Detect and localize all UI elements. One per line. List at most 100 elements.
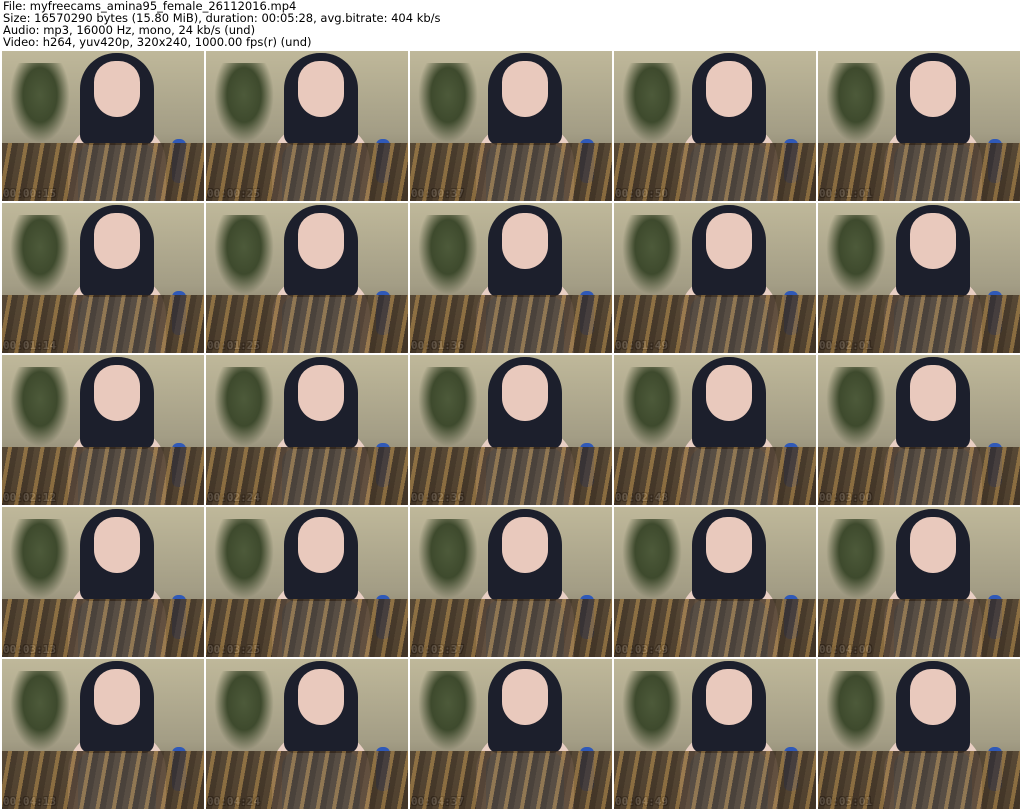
video-thumbnail: 00:03:13 [2, 507, 204, 657]
chair-shape [376, 747, 390, 791]
chair-shape [580, 139, 594, 183]
top-shape [690, 295, 768, 353]
top-shape [486, 447, 564, 505]
video-thumbnail: 00:00:15 [2, 51, 204, 201]
person-figure [674, 507, 784, 657]
video-thumbnail: 00:01:49 [614, 203, 816, 353]
person-figure [470, 355, 580, 505]
video-thumbnail: 00:04:49 [614, 659, 816, 809]
chair-shape [376, 595, 390, 639]
video-thumbnail: 00:02:01 [818, 203, 1020, 353]
chair-shape [172, 443, 186, 487]
chair-shape [172, 595, 186, 639]
top-shape [282, 751, 360, 809]
chair-shape [580, 747, 594, 791]
top-shape [486, 295, 564, 353]
thumbnail-timestamp: 00:00:25 [207, 187, 260, 200]
face-shape [94, 213, 140, 269]
thumbnail-grid: 00:00:15 00:00:25 00:00:37 00:00:50 00:01:01… [2, 51, 1022, 809]
top-shape [282, 295, 360, 353]
chair-shape [172, 291, 186, 335]
face-shape [298, 365, 344, 421]
person-figure [878, 659, 988, 809]
person-figure [266, 203, 376, 353]
person-figure [470, 659, 580, 809]
face-shape [706, 365, 752, 421]
thumbnail-timestamp: 00:03:25 [207, 643, 260, 656]
chair-shape [784, 747, 798, 791]
file-info-header: File: myfreecams_amina95_female_26112016… [3, 0, 1021, 50]
thumbnail-timestamp: 00:01:49 [615, 339, 668, 352]
chair-shape [172, 747, 186, 791]
chair-shape [784, 291, 798, 335]
person-figure [62, 507, 172, 657]
face-shape [706, 61, 752, 117]
face-shape [502, 61, 548, 117]
video-thumbnail: 00:01:36 [410, 203, 612, 353]
video-thumbnail: 00:03:49 [614, 507, 816, 657]
thumbnail-timestamp: 00:02:12 [3, 491, 56, 504]
top-shape [894, 447, 972, 505]
person-figure [470, 507, 580, 657]
person-figure [674, 355, 784, 505]
person-figure [878, 51, 988, 201]
top-shape [78, 447, 156, 505]
thumbnail-timestamp: 00:03:49 [615, 643, 668, 656]
video-thumbnail: 00:04:37 [410, 659, 612, 809]
thumbnail-timestamp: 00:02:36 [411, 491, 464, 504]
video-thumbnail: 00:02:48 [614, 355, 816, 505]
face-shape [94, 669, 140, 725]
top-shape [690, 751, 768, 809]
thumbnail-timestamp: 00:00:37 [411, 187, 464, 200]
thumbnail-timestamp: 00:04:37 [411, 795, 464, 808]
person-figure [878, 203, 988, 353]
thumbnail-timestamp: 00:02:24 [207, 491, 260, 504]
thumbnail-timestamp: 00:01:25 [207, 339, 260, 352]
video-thumbnail: 00:00:50 [614, 51, 816, 201]
person-figure [62, 51, 172, 201]
face-shape [94, 61, 140, 117]
face-shape [910, 669, 956, 725]
person-figure [62, 355, 172, 505]
video-thumbnail: 00:01:25 [206, 203, 408, 353]
thumbnail-timestamp: 00:00:15 [3, 187, 56, 200]
top-shape [894, 295, 972, 353]
thumbnail-timestamp: 00:03:13 [3, 643, 56, 656]
face-shape [502, 365, 548, 421]
top-shape [690, 447, 768, 505]
video-thumbnail: 00:02:36 [410, 355, 612, 505]
chair-shape [376, 443, 390, 487]
person-figure [674, 51, 784, 201]
person-figure [470, 203, 580, 353]
face-shape [298, 61, 344, 117]
thumbnail-timestamp: 00:02:48 [615, 491, 668, 504]
video-line: Video: h264, yuv420p, 320x240, 1000.00 f… [3, 35, 312, 49]
video-thumbnail: 00:04:00 [818, 507, 1020, 657]
chair-shape [376, 291, 390, 335]
thumbnail-timestamp: 00:01:14 [3, 339, 56, 352]
person-figure [674, 659, 784, 809]
top-shape [486, 599, 564, 657]
thumbnail-timestamp: 00:04:00 [819, 643, 872, 656]
thumbnail-timestamp: 00:03:00 [819, 491, 872, 504]
top-shape [894, 599, 972, 657]
chair-shape [376, 139, 390, 183]
chair-shape [988, 443, 1002, 487]
face-shape [298, 517, 344, 573]
chair-shape [784, 139, 798, 183]
face-shape [298, 669, 344, 725]
chair-shape [988, 139, 1002, 183]
top-shape [894, 143, 972, 201]
chair-shape [988, 595, 1002, 639]
person-figure [266, 355, 376, 505]
person-figure [470, 51, 580, 201]
person-figure [62, 659, 172, 809]
top-shape [894, 751, 972, 809]
person-figure [266, 659, 376, 809]
person-figure [878, 355, 988, 505]
top-shape [282, 143, 360, 201]
chair-shape [988, 291, 1002, 335]
face-shape [706, 213, 752, 269]
chair-shape [580, 443, 594, 487]
face-shape [94, 365, 140, 421]
